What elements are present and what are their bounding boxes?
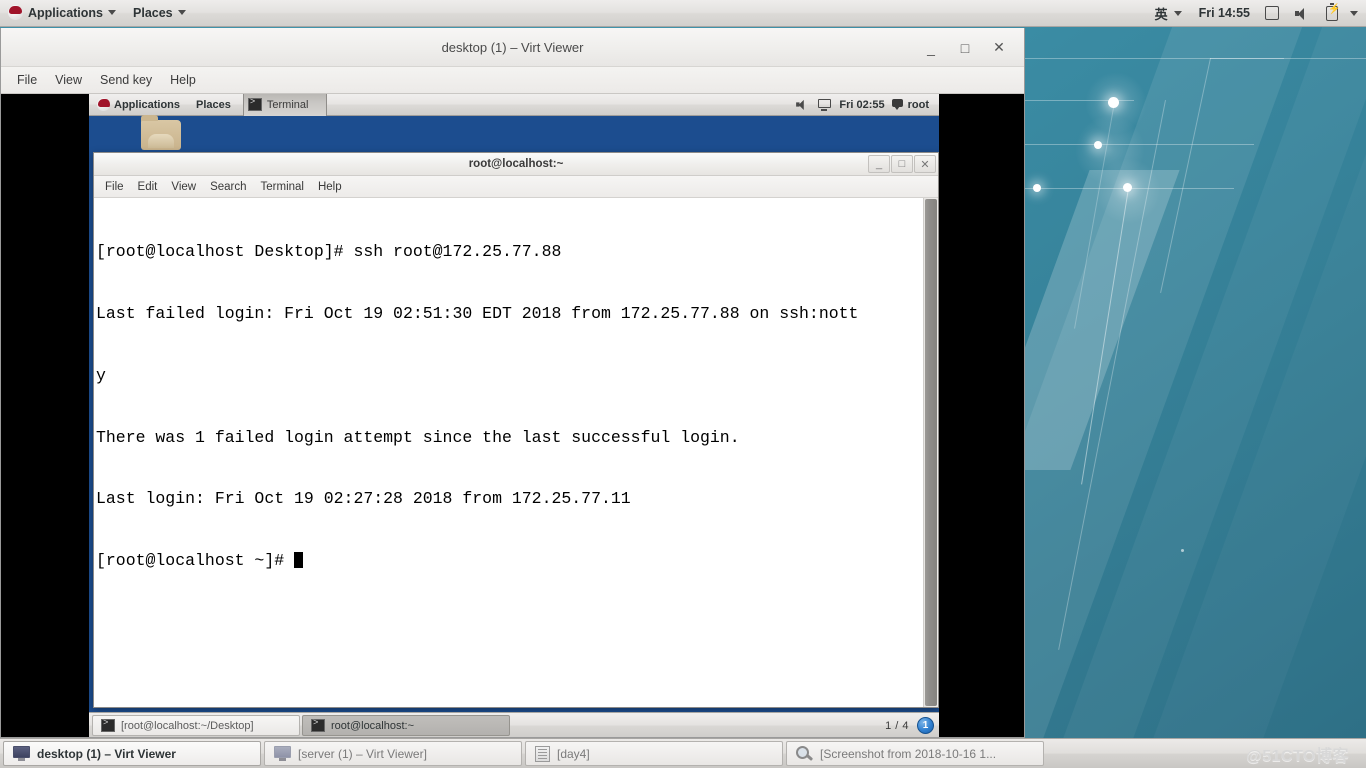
terminal-icon <box>101 718 115 732</box>
guest-applications-menu[interactable]: Applications <box>89 94 188 115</box>
guest-taskbar-item-label: root@localhost:~ <box>331 719 415 732</box>
guest-terminal-maximize-button[interactable]: □ <box>891 155 913 173</box>
network-disconnected-icon[interactable] <box>818 98 832 111</box>
menu-view[interactable]: View <box>46 70 91 90</box>
user-icon <box>891 99 904 110</box>
guest-top-panel: Applications Places Terminal Fri 02:55 <box>89 94 939 116</box>
host-places-menu[interactable]: Places <box>125 0 195 26</box>
guest-applications-label: Applications <box>114 98 181 111</box>
chevron-down-icon <box>108 10 117 15</box>
guest-desktop: Applications Places Terminal Fri 02:55 <box>89 94 939 737</box>
guest-terminal-minimize-button[interactable]: _ <box>868 155 890 173</box>
chevron-down-icon <box>177 10 186 15</box>
terminal-menu-search[interactable]: Search <box>203 179 253 195</box>
guest-terminal-window-controls: _ □ ✕ <box>868 155 936 173</box>
terminal-icon <box>311 718 325 732</box>
host-clock[interactable]: Fri 14:55 <box>1192 6 1257 20</box>
guest-terminal-title: root@localhost:~ <box>468 158 564 170</box>
guest-taskbar-item-desktop[interactable]: [root@localhost:~/Desktop] <box>92 715 300 736</box>
guest-places-menu[interactable]: Places <box>188 94 239 115</box>
virt-viewer-menubar: File View Send key Help <box>1 67 1024 94</box>
guest-taskbar-item-home[interactable]: root@localhost:~ <box>302 715 510 736</box>
workspace-indicator: 1 / 4 <box>885 719 909 732</box>
guest-taskbar-item-label: [root@localhost:~/Desktop] <box>121 719 254 732</box>
folder-icon <box>141 115 181 150</box>
guest-display-stage: Applications Places Terminal Fri 02:55 <box>1 94 1024 737</box>
guest-terminal-menubar: File Edit View Search Terminal Help <box>94 176 938 198</box>
monitor-icon <box>274 746 291 761</box>
chevron-down-icon[interactable] <box>1173 10 1182 16</box>
guest-terminal-body: [root@localhost Desktop]# ssh root@172.2… <box>94 198 938 707</box>
guest-user-label: root <box>907 98 929 111</box>
screenshot-icon <box>796 745 814 762</box>
terminal-prompt: [root@localhost ~]# <box>96 551 295 571</box>
guest-places-label: Places <box>196 98 231 111</box>
terminal-scrollbar[interactable] <box>923 198 938 707</box>
virt-viewer-window-controls: _ □ ✕ <box>914 28 1016 67</box>
host-places-label: Places <box>133 5 173 20</box>
terminal-prompt-line: [root@localhost ~]# <box>96 551 921 572</box>
host-top-panel: Applications Places 英 Fri 14:55 <box>0 0 1366 27</box>
menu-file[interactable]: File <box>8 70 46 90</box>
document-icon <box>535 745 550 762</box>
host-taskbar: desktop (1) – Virt Viewer [server (1) – … <box>0 738 1366 768</box>
menu-help[interactable]: Help <box>161 70 205 90</box>
terminal-menu-help[interactable]: Help <box>311 179 349 195</box>
virt-viewer-titlebar[interactable]: desktop (1) – Virt Viewer _ □ ✕ <box>1 28 1024 67</box>
guest-user-menu[interactable]: root <box>891 98 933 111</box>
terminal-cursor <box>294 552 304 569</box>
input-method-indicator[interactable]: 英 <box>1149 4 1168 23</box>
host-applications-menu[interactable]: Applications <box>0 0 125 26</box>
system-menu-chevron-icon[interactable] <box>1350 10 1358 16</box>
redhat-logo-icon <box>97 98 110 111</box>
input-method-label: 英 <box>1154 6 1168 22</box>
workspace-switcher-badge[interactable]: 1 <box>917 717 934 734</box>
battery-icon[interactable] <box>1326 3 1340 21</box>
guest-task-label: Terminal <box>266 98 309 111</box>
host-taskbar-item-day4[interactable]: [day4] <box>525 741 783 766</box>
guest-terminal-window: root@localhost:~ _ □ ✕ File Edit View Se… <box>93 152 939 708</box>
redhat-logo-icon <box>8 5 23 20</box>
terminal-menu-view[interactable]: View <box>164 179 203 195</box>
desktop-folder-icon[interactable] <box>133 115 189 150</box>
terminal-menu-terminal[interactable]: Terminal <box>254 179 311 195</box>
terminal-menu-edit[interactable]: Edit <box>131 179 165 195</box>
terminal-line: Last login: Fri Oct 19 02:27:28 2018 fro… <box>96 489 631 509</box>
terminal-icon <box>247 97 262 111</box>
terminal-output[interactable]: [root@localhost Desktop]# ssh root@172.2… <box>94 198 923 707</box>
virt-viewer-close-button[interactable]: ✕ <box>982 33 1016 63</box>
virt-viewer-title: desktop (1) – Virt Viewer <box>441 39 584 55</box>
host-taskbar-item-label: [server (1) – Virt Viewer] <box>298 746 427 761</box>
screen: Applications Places 英 Fri 14:55 desktop … <box>0 0 1366 768</box>
virt-viewer-minimize-button[interactable]: _ <box>914 33 948 63</box>
terminal-line: Last failed login: Fri Oct 19 02:51:30 E… <box>96 303 859 323</box>
host-taskbar-item-screenshot[interactable]: [Screenshot from 2018-10-16 1... <box>786 741 1044 766</box>
host-taskbar-item-desktop-virt-viewer[interactable]: desktop (1) – Virt Viewer <box>3 741 261 766</box>
guest-terminal-close-button[interactable]: ✕ <box>914 155 936 173</box>
guest-clock[interactable]: Fri 02:55 <box>835 99 888 111</box>
volume-icon[interactable] <box>796 99 809 111</box>
terminal-line: There was 1 failed login attempt since t… <box>96 427 740 447</box>
host-taskbar-item-label: desktop (1) – Virt Viewer <box>37 746 176 761</box>
guest-taskbar: [root@localhost:~/Desktop] root@localhos… <box>89 712 939 737</box>
virt-viewer-window: desktop (1) – Virt Viewer _ □ ✕ File Vie… <box>0 28 1025 738</box>
guest-window-list-terminal[interactable]: Terminal <box>242 94 327 116</box>
menu-send-key[interactable]: Send key <box>91 70 161 90</box>
terminal-scrollbar-thumb[interactable] <box>925 199 937 706</box>
virt-viewer-maximize-button[interactable]: □ <box>948 33 982 63</box>
host-taskbar-item-server-virt-viewer[interactable]: [server (1) – Virt Viewer] <box>264 741 522 766</box>
tray-icon[interactable] <box>1265 6 1279 20</box>
host-applications-label: Applications <box>28 5 104 20</box>
watermark: @51CTO博客 <box>1246 747 1349 765</box>
terminal-menu-file[interactable]: File <box>98 179 131 195</box>
volume-muted-icon[interactable] <box>1295 7 1310 20</box>
terminal-line: [root@localhost Desktop]# ssh root@172.2… <box>96 242 562 262</box>
terminal-line: y <box>96 365 106 385</box>
host-taskbar-item-label: [Screenshot from 2018-10-16 1... <box>820 746 997 761</box>
host-taskbar-item-label: [day4] <box>557 746 590 761</box>
guest-terminal-titlebar[interactable]: root@localhost:~ _ □ ✕ <box>94 153 938 176</box>
monitor-icon <box>13 746 30 761</box>
